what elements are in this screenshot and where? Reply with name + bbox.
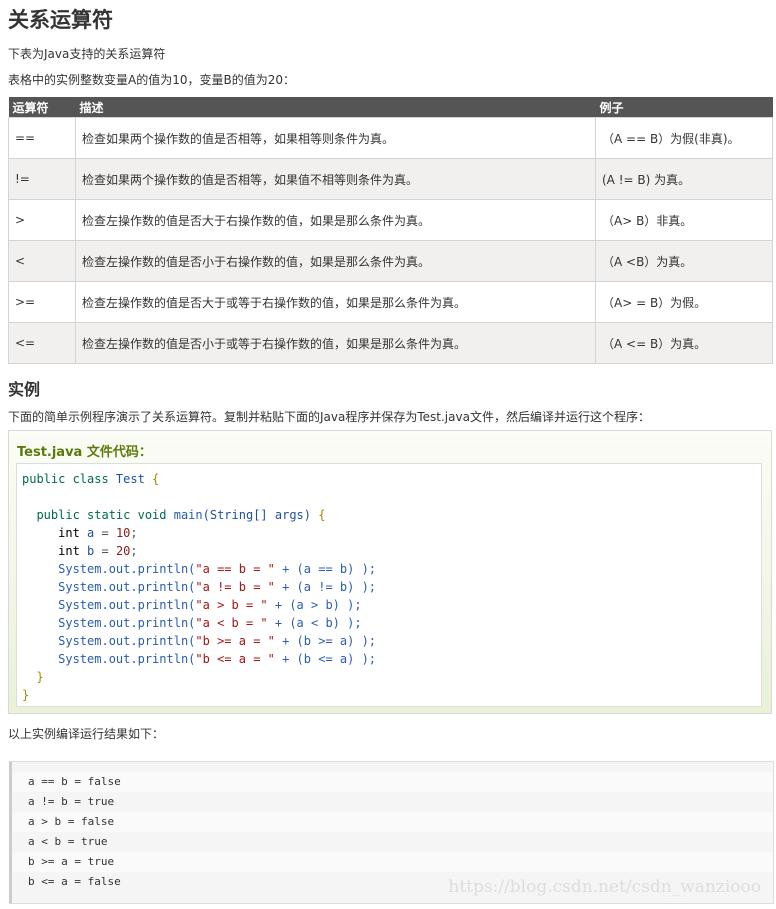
cell-description: 检查左操作数的值是否小于或等于右操作数的值，如果是那么条件为真。 bbox=[75, 322, 596, 364]
code-token: { bbox=[318, 508, 326, 522]
code-line: System.out.println("a < b = " + (a < b) … bbox=[17, 614, 761, 632]
code-token: "a == b = " bbox=[195, 562, 275, 576]
code-token: "b >= a = " bbox=[195, 634, 275, 648]
result-label: 以上实例编译运行结果如下： bbox=[8, 727, 165, 741]
code-token: public static void bbox=[22, 508, 174, 522]
operators-table: 运算符 描述 例子 == 检查如果两个操作数的值是否相等，如果相等则条件为真。 （A… bbox=[8, 97, 773, 364]
code-token: System.out.println( bbox=[22, 634, 196, 648]
code-token: ; bbox=[130, 526, 138, 540]
table-row: > 检查左操作数的值是否大于右操作数的值，如果是那么条件为真。 （A> B）非真。 bbox=[8, 199, 773, 241]
output-line: a == b = false bbox=[12, 772, 773, 792]
cell-operator: <= bbox=[8, 322, 76, 364]
output-block[interactable]: a == b = false a != b = true a > b = false… bbox=[9, 761, 774, 904]
page-title: 关系运算符 bbox=[8, 8, 113, 32]
code-line: public static void main(String[] args) { bbox=[17, 506, 761, 524]
code-token: } bbox=[22, 688, 30, 702]
header-description: 描述 bbox=[75, 97, 596, 118]
example-heading: 实例 bbox=[8, 380, 41, 399]
code-token: + (a != b) ); bbox=[274, 580, 377, 594]
code-example-box: Test.java 文件代码： public class Test { publ… bbox=[8, 430, 772, 714]
output-line: a != b = true bbox=[28, 795, 115, 808]
cell-operator: < bbox=[8, 240, 76, 282]
code-token: ; bbox=[130, 544, 138, 558]
code-token: b bbox=[87, 544, 102, 558]
code-token: + (b <= a) ); bbox=[274, 652, 377, 666]
cell-operator: > bbox=[8, 199, 76, 241]
cell-description: 检查左操作数的值是否大于或等于右操作数的值，如果是那么条件为真。 bbox=[75, 281, 596, 323]
code-token: 20 bbox=[115, 544, 131, 558]
cell-operator: == bbox=[8, 117, 76, 159]
code-token: int bbox=[22, 544, 88, 558]
cell-example: (A != B) 为真。 bbox=[595, 158, 773, 200]
header-example: 例子 bbox=[595, 97, 773, 118]
code-line: int a = 10; bbox=[17, 524, 761, 542]
header-operator: 运算符 bbox=[8, 97, 76, 118]
code-line: public class Test { bbox=[17, 470, 761, 488]
code-token: System.out.println( bbox=[22, 580, 196, 594]
cell-example: （A == B）为假(非真)。 bbox=[595, 117, 773, 159]
cell-description: 检查如果两个操作数的值是否相等，如果值不相等则条件为真。 bbox=[75, 158, 596, 200]
table-row: != 检查如果两个操作数的值是否相等，如果值不相等则条件为真。 (A != B) 为… bbox=[8, 158, 773, 200]
code-title: Test.java 文件代码： bbox=[17, 445, 152, 460]
code-token: (String[] args) bbox=[202, 508, 319, 522]
code-token: + (a == b) ); bbox=[274, 562, 377, 576]
code-token: System.out.println( bbox=[22, 652, 196, 666]
table-row: == 检查如果两个操作数的值是否相等，如果相等则条件为真。 （A == B）为假(非… bbox=[8, 117, 773, 159]
example-description: 下面的简单示例程序演示了关系运算符。复制并粘贴下面的Java程序并保存为Test… bbox=[8, 410, 650, 424]
code-line: System.out.println("a > b = " + (a > b) … bbox=[17, 596, 761, 614]
cell-example: （A <B）为真。 bbox=[595, 240, 773, 282]
cell-example: （A> = B）为假。 bbox=[595, 281, 773, 323]
code-token: Test bbox=[115, 472, 153, 486]
code-token: "a != b = " bbox=[195, 580, 275, 594]
table-row: <= 检查左操作数的值是否小于或等于右操作数的值，如果是那么条件为真。 （A <= … bbox=[8, 322, 773, 364]
code-token: 10 bbox=[115, 526, 131, 540]
code-line: System.out.println("b >= a = " + (b >= a… bbox=[17, 632, 761, 650]
code-block[interactable]: public class Test { public static void m… bbox=[16, 463, 762, 707]
code-line: System.out.println("a == b = " + (a == b… bbox=[17, 560, 761, 578]
output-line: b >= a = true bbox=[12, 852, 773, 872]
intro-text: 下表为Java支持的关系运算符 bbox=[8, 47, 166, 61]
table-row: < 检查左操作数的值是否小于右操作数的值，如果是那么条件为真。 （A <B）为真。 bbox=[8, 240, 773, 282]
code-line: System.out.println("a != b = " + (a != b… bbox=[17, 578, 761, 596]
cell-example: （A <= B）为真。 bbox=[595, 322, 773, 364]
code-token: a bbox=[87, 526, 102, 540]
code-token: System.out.println( bbox=[22, 562, 196, 576]
code-line: } bbox=[17, 668, 761, 686]
code-token: + (a < b) ); bbox=[267, 616, 362, 630]
code-token: main bbox=[173, 508, 203, 522]
output-line: a < b = true bbox=[28, 835, 108, 848]
watermark: https://blog.csdn.net/csdn_wanziooo bbox=[448, 877, 761, 897]
cell-operator: >= bbox=[8, 281, 76, 323]
code-token: System.out.println( bbox=[22, 598, 196, 612]
cell-description: 检查左操作数的值是否大于右操作数的值，如果是那么条件为真。 bbox=[75, 199, 596, 241]
cell-example: （A> B）非真。 bbox=[595, 199, 773, 241]
code-line: int b = 20; bbox=[17, 542, 761, 560]
output-line: a > b = false bbox=[12, 812, 773, 832]
code-token: "b <= a = " bbox=[195, 652, 275, 666]
intro-values-text: 表格中的实例整数变量A的值为10，变量B的值为20： bbox=[8, 73, 295, 87]
code-token: public class bbox=[22, 472, 116, 486]
code-token: "a > b = " bbox=[195, 598, 268, 612]
code-token: } bbox=[22, 670, 44, 684]
code-token: = bbox=[101, 526, 116, 540]
cell-description: 检查左操作数的值是否小于右操作数的值，如果是那么条件为真。 bbox=[75, 240, 596, 282]
code-token: + (b >= a) ); bbox=[274, 634, 377, 648]
cell-description: 检查如果两个操作数的值是否相等，如果相等则条件为真。 bbox=[75, 117, 596, 159]
code-token: + (a > b) ); bbox=[267, 598, 362, 612]
code-token: "a < b = " bbox=[195, 616, 268, 630]
code-line: } bbox=[17, 686, 761, 704]
code-token: = bbox=[101, 544, 116, 558]
code-line: System.out.println("b <= a = " + (b <= a… bbox=[17, 650, 761, 668]
cell-operator: != bbox=[8, 158, 76, 200]
code-token: int bbox=[22, 526, 88, 540]
table-row: >= 检查左操作数的值是否大于或等于右操作数的值，如果是那么条件为真。 （A> = … bbox=[8, 281, 773, 323]
code-token: System.out.println( bbox=[22, 616, 196, 630]
code-token: { bbox=[152, 472, 160, 486]
